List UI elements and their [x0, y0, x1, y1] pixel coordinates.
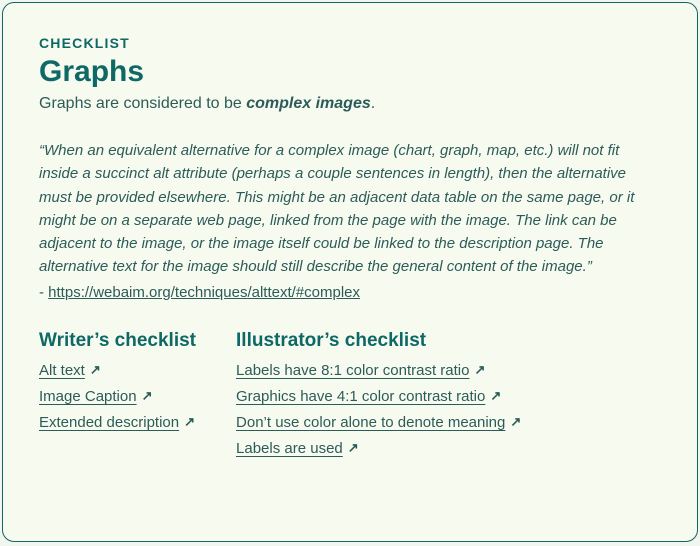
writer-column: Writer’s checklist Alt text ↗ Image Capt…	[39, 330, 196, 466]
checklist-card: CHECKLIST Graphs Graphs are considered t…	[2, 2, 698, 542]
checklist-item-label: Extended description	[39, 414, 179, 431]
checklist-item-label: Labels are used	[236, 440, 343, 457]
external-link-icon: ↗	[142, 388, 153, 404]
external-link-icon: ↗	[184, 414, 195, 430]
writer-item-image-caption[interactable]: Image Caption ↗	[39, 388, 152, 405]
checklist-item-label: Alt text	[39, 362, 85, 379]
writer-item-extended-description[interactable]: Extended description ↗	[39, 414, 195, 431]
checklist-item-label: Don’t use color alone to denote meaning	[236, 414, 505, 431]
illustrator-item-labels-used[interactable]: Labels are used ↗	[236, 440, 359, 457]
attribution-line: - https://webaim.org/techniques/alttext/…	[39, 281, 661, 304]
quote-block: “When an equivalent alternative for a co…	[39, 139, 661, 279]
illustrator-item-graphics-contrast[interactable]: Graphics have 4:1 color contrast ratio ↗	[236, 388, 501, 405]
subtitle: Graphs are considered to be complex imag…	[39, 95, 661, 113]
illustrator-item-label-contrast[interactable]: Labels have 8:1 color contrast ratio ↗	[236, 362, 485, 379]
subtitle-post: .	[371, 95, 375, 112]
subtitle-emphasis: complex images	[246, 95, 371, 112]
external-link-icon: ↗	[474, 362, 485, 378]
writer-item-alt-text[interactable]: Alt text ↗	[39, 362, 101, 379]
checklist-item-label: Image Caption	[39, 388, 137, 405]
illustrator-item-color-alone[interactable]: Don’t use color alone to denote meaning …	[236, 414, 521, 431]
attribution-prefix: -	[39, 284, 48, 301]
writer-heading: Writer’s checklist	[39, 330, 196, 352]
illustrator-column: Illustrator’s checklist Labels have 8:1 …	[236, 330, 521, 466]
external-link-icon: ↗	[490, 388, 501, 404]
subtitle-pre: Graphs are considered to be	[39, 95, 246, 112]
page-title: Graphs	[39, 55, 661, 89]
checklist-item-label: Graphics have 4:1 color contrast ratio	[236, 388, 485, 405]
external-link-icon: ↗	[90, 362, 101, 378]
external-link-icon: ↗	[348, 440, 359, 456]
checklist-columns: Writer’s checklist Alt text ↗ Image Capt…	[39, 330, 661, 466]
kicker-label: CHECKLIST	[39, 35, 661, 51]
illustrator-heading: Illustrator’s checklist	[236, 330, 426, 352]
external-link-icon: ↗	[510, 414, 521, 430]
attribution-link[interactable]: https://webaim.org/techniques/alttext/#c…	[48, 284, 360, 301]
checklist-item-label: Labels have 8:1 color contrast ratio	[236, 362, 469, 379]
